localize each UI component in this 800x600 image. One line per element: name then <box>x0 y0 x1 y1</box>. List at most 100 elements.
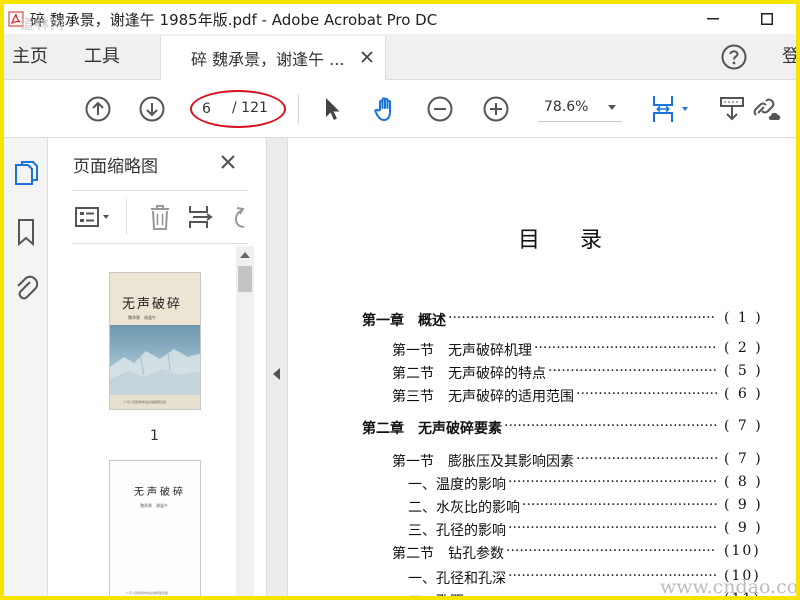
toc-entry[interactable]: 第一节 膨胀压及其影响因素 ···························… <box>392 451 768 473</box>
scroll-mode-icon <box>720 97 744 121</box>
toc-entry[interactable]: 三、孔径的影响 ·································… <box>408 520 768 542</box>
thumbnail-publisher: 广东人民建筑学会总编辑部出版 <box>124 400 167 404</box>
toc-leader-dots: ································ <box>576 451 719 467</box>
toc-entry-page: ( 7 ) <box>724 451 763 467</box>
toc-leader-dots: ······································ <box>548 363 718 379</box>
toc-entry-title: 第一章 概述 <box>362 313 446 329</box>
toc-leader-dots: ········································… <box>506 543 716 559</box>
toc-entry[interactable]: 第二节 钻孔参数 ································… <box>392 543 768 565</box>
toc-entry[interactable]: 第二章 无声破碎要素 ······························… <box>362 418 768 440</box>
zoom-in-button[interactable] <box>480 93 512 125</box>
toc-entry-title: 二、孔距 <box>408 591 464 596</box>
document-view[interactable]: 目录 第一章 概述 ·······························… <box>288 138 796 596</box>
collapse-panel-icon[interactable] <box>273 368 280 380</box>
toc-entry-title: 第二节 无声破碎的特点 <box>392 366 546 382</box>
fit-width-icon <box>653 96 688 122</box>
toc-leader-dots: ········································… <box>508 474 718 490</box>
sign-in-link[interactable]: 登 <box>782 34 796 80</box>
cover-image <box>110 325 200 395</box>
toc-entry-page: ( 9 ) <box>724 497 763 513</box>
toc-entry[interactable]: 一、温度的影响 ·································… <box>408 474 768 496</box>
toc-leader-dots: ········································… <box>448 310 716 326</box>
thumbnail-authors: 魏承景 谢逢午 <box>128 315 156 320</box>
select-tool-button[interactable] <box>316 93 348 125</box>
toc-entry-title: 第三节 无声破碎的适用范围 <box>392 389 574 405</box>
left-rail <box>4 138 48 596</box>
tab-document-label: 碎 魏承景，谢逢午 ... <box>191 50 345 69</box>
close-panel-icon[interactable] <box>218 152 238 172</box>
toc-leader-dots: ········································… <box>504 418 718 434</box>
watermark-bottom: www.cndao.com <box>660 576 799 598</box>
help-icon[interactable] <box>720 43 748 71</box>
thumbnail-scrollbar[interactable] <box>236 246 254 596</box>
app-window: 碎 魏承景，谢逢午 1985年版.pdf - Adobe Acrobat Pro… <box>0 0 800 600</box>
chevron-down-icon <box>608 105 616 110</box>
previous-page-button[interactable] <box>82 93 114 125</box>
watermark-top: 道林网 <box>20 17 65 33</box>
toc-entry-page: ( 7 ) <box>724 418 763 434</box>
toc-leader-dots: ································ <box>576 386 719 402</box>
tab-tools[interactable]: 工具 <box>84 34 120 80</box>
toc-heading: 目录 <box>518 228 643 253</box>
options-menu-icon <box>75 207 109 227</box>
toc-entry[interactable]: 二、水灰比的影响 ································… <box>408 497 768 519</box>
thumbnail-page-number: 1 <box>150 428 159 444</box>
panel-toolbar <box>72 190 248 244</box>
toc-entry[interactable]: 第二节 无声破碎的特点 ·····························… <box>392 363 768 385</box>
toc-entry-page: (10) <box>724 543 761 559</box>
scroll-up-icon[interactable] <box>240 252 250 258</box>
toolbar-divider <box>298 94 299 124</box>
close-tab-icon[interactable] <box>359 49 375 65</box>
minimize-button[interactable] <box>690 4 736 34</box>
arrow-down-circle-icon <box>139 96 165 122</box>
page-thumbnails-icon[interactable] <box>12 158 40 186</box>
rotate-icon <box>235 207 245 228</box>
toc-entry-title: 第一节 膨胀压及其影响因素 <box>392 454 574 470</box>
minus-circle-icon <box>427 96 453 122</box>
attachment-icon[interactable] <box>12 274 40 302</box>
zoom-dropdown[interactable]: 78.6% <box>538 96 622 122</box>
arrow-up-circle-icon <box>85 96 111 122</box>
plus-circle-icon <box>483 96 509 122</box>
toc-entry-title: 三、孔径的影响 <box>408 523 506 539</box>
toc-entry-page: ( 1 ) <box>724 310 763 326</box>
title-bar: 碎 魏承景，谢逢午 1985年版.pdf - Adobe Acrobat Pro… <box>4 4 796 34</box>
share-link-button[interactable] <box>752 93 784 125</box>
thumbnails-panel: 页面缩略图 无声破碎 魏承景 谢逢午 广东人民建筑学会总编辑部出版 1 无声破碎… <box>48 138 266 596</box>
zoom-out-button[interactable] <box>424 93 456 125</box>
window-title: 碎 魏承景，谢逢午 1985年版.pdf - Adobe Acrobat Pro… <box>30 10 438 29</box>
zoom-value: 78.6% <box>544 99 589 115</box>
thumbnail-title: 无声破碎 <box>134 487 186 498</box>
tab-home[interactable]: 主页 <box>12 34 48 80</box>
toc-entry-page: ( 5 ) <box>724 363 763 379</box>
rotate-page-button[interactable] <box>226 203 248 231</box>
toc-entry-title: 一、孔径和孔深 <box>408 571 506 587</box>
fit-page-button[interactable] <box>648 93 694 125</box>
thumbnail-title: 无声破碎 <box>122 297 183 312</box>
toc-entry[interactable]: 第三节 无声破碎的适用范围 ···························… <box>392 386 768 408</box>
thumbnail-publisher: 广东人民建筑学会总编辑部出版 <box>126 591 169 595</box>
main-toolbar: / 121 78.6% <box>4 80 796 138</box>
next-page-button[interactable] <box>136 93 168 125</box>
delete-page-button[interactable] <box>146 203 174 231</box>
panel-toolbar-divider <box>126 199 127 235</box>
scroll-mode-button[interactable] <box>716 93 748 125</box>
tab-document[interactable]: 碎 魏承景，谢逢午 ... <box>160 36 386 80</box>
scrollbar-thumb[interactable] <box>238 266 252 292</box>
bookmark-icon[interactable] <box>12 218 40 246</box>
maximize-button[interactable] <box>744 4 790 34</box>
panel-title: 页面缩略图 <box>73 157 158 177</box>
red-annotation-ellipse <box>190 90 286 128</box>
insert-page-button[interactable] <box>186 203 214 231</box>
toc-leader-dots: ········································… <box>522 497 718 513</box>
page-thumbnail[interactable]: 无声破碎 魏承景 谢逢午 广东人民建筑学会总编辑部出版 <box>109 460 201 596</box>
toc-entry-page: ( 8 ) <box>724 474 763 490</box>
hand-tool-button[interactable] <box>370 93 402 125</box>
panel-splitter[interactable] <box>266 138 288 596</box>
toc-entry[interactable]: 第一节 无声破碎机理 ······························… <box>392 340 768 362</box>
page-thumbnail[interactable]: 无声破碎 魏承景 谢逢午 广东人民建筑学会总编辑部出版 <box>109 272 201 410</box>
thumbnail-options-button[interactable] <box>72 203 116 231</box>
toc-entry[interactable]: 第一章 概述 ··································… <box>362 310 768 332</box>
tab-bar: 主页 工具 碎 魏承景，谢逢午 ... 登 <box>4 34 796 80</box>
insert-page-icon <box>189 206 213 228</box>
